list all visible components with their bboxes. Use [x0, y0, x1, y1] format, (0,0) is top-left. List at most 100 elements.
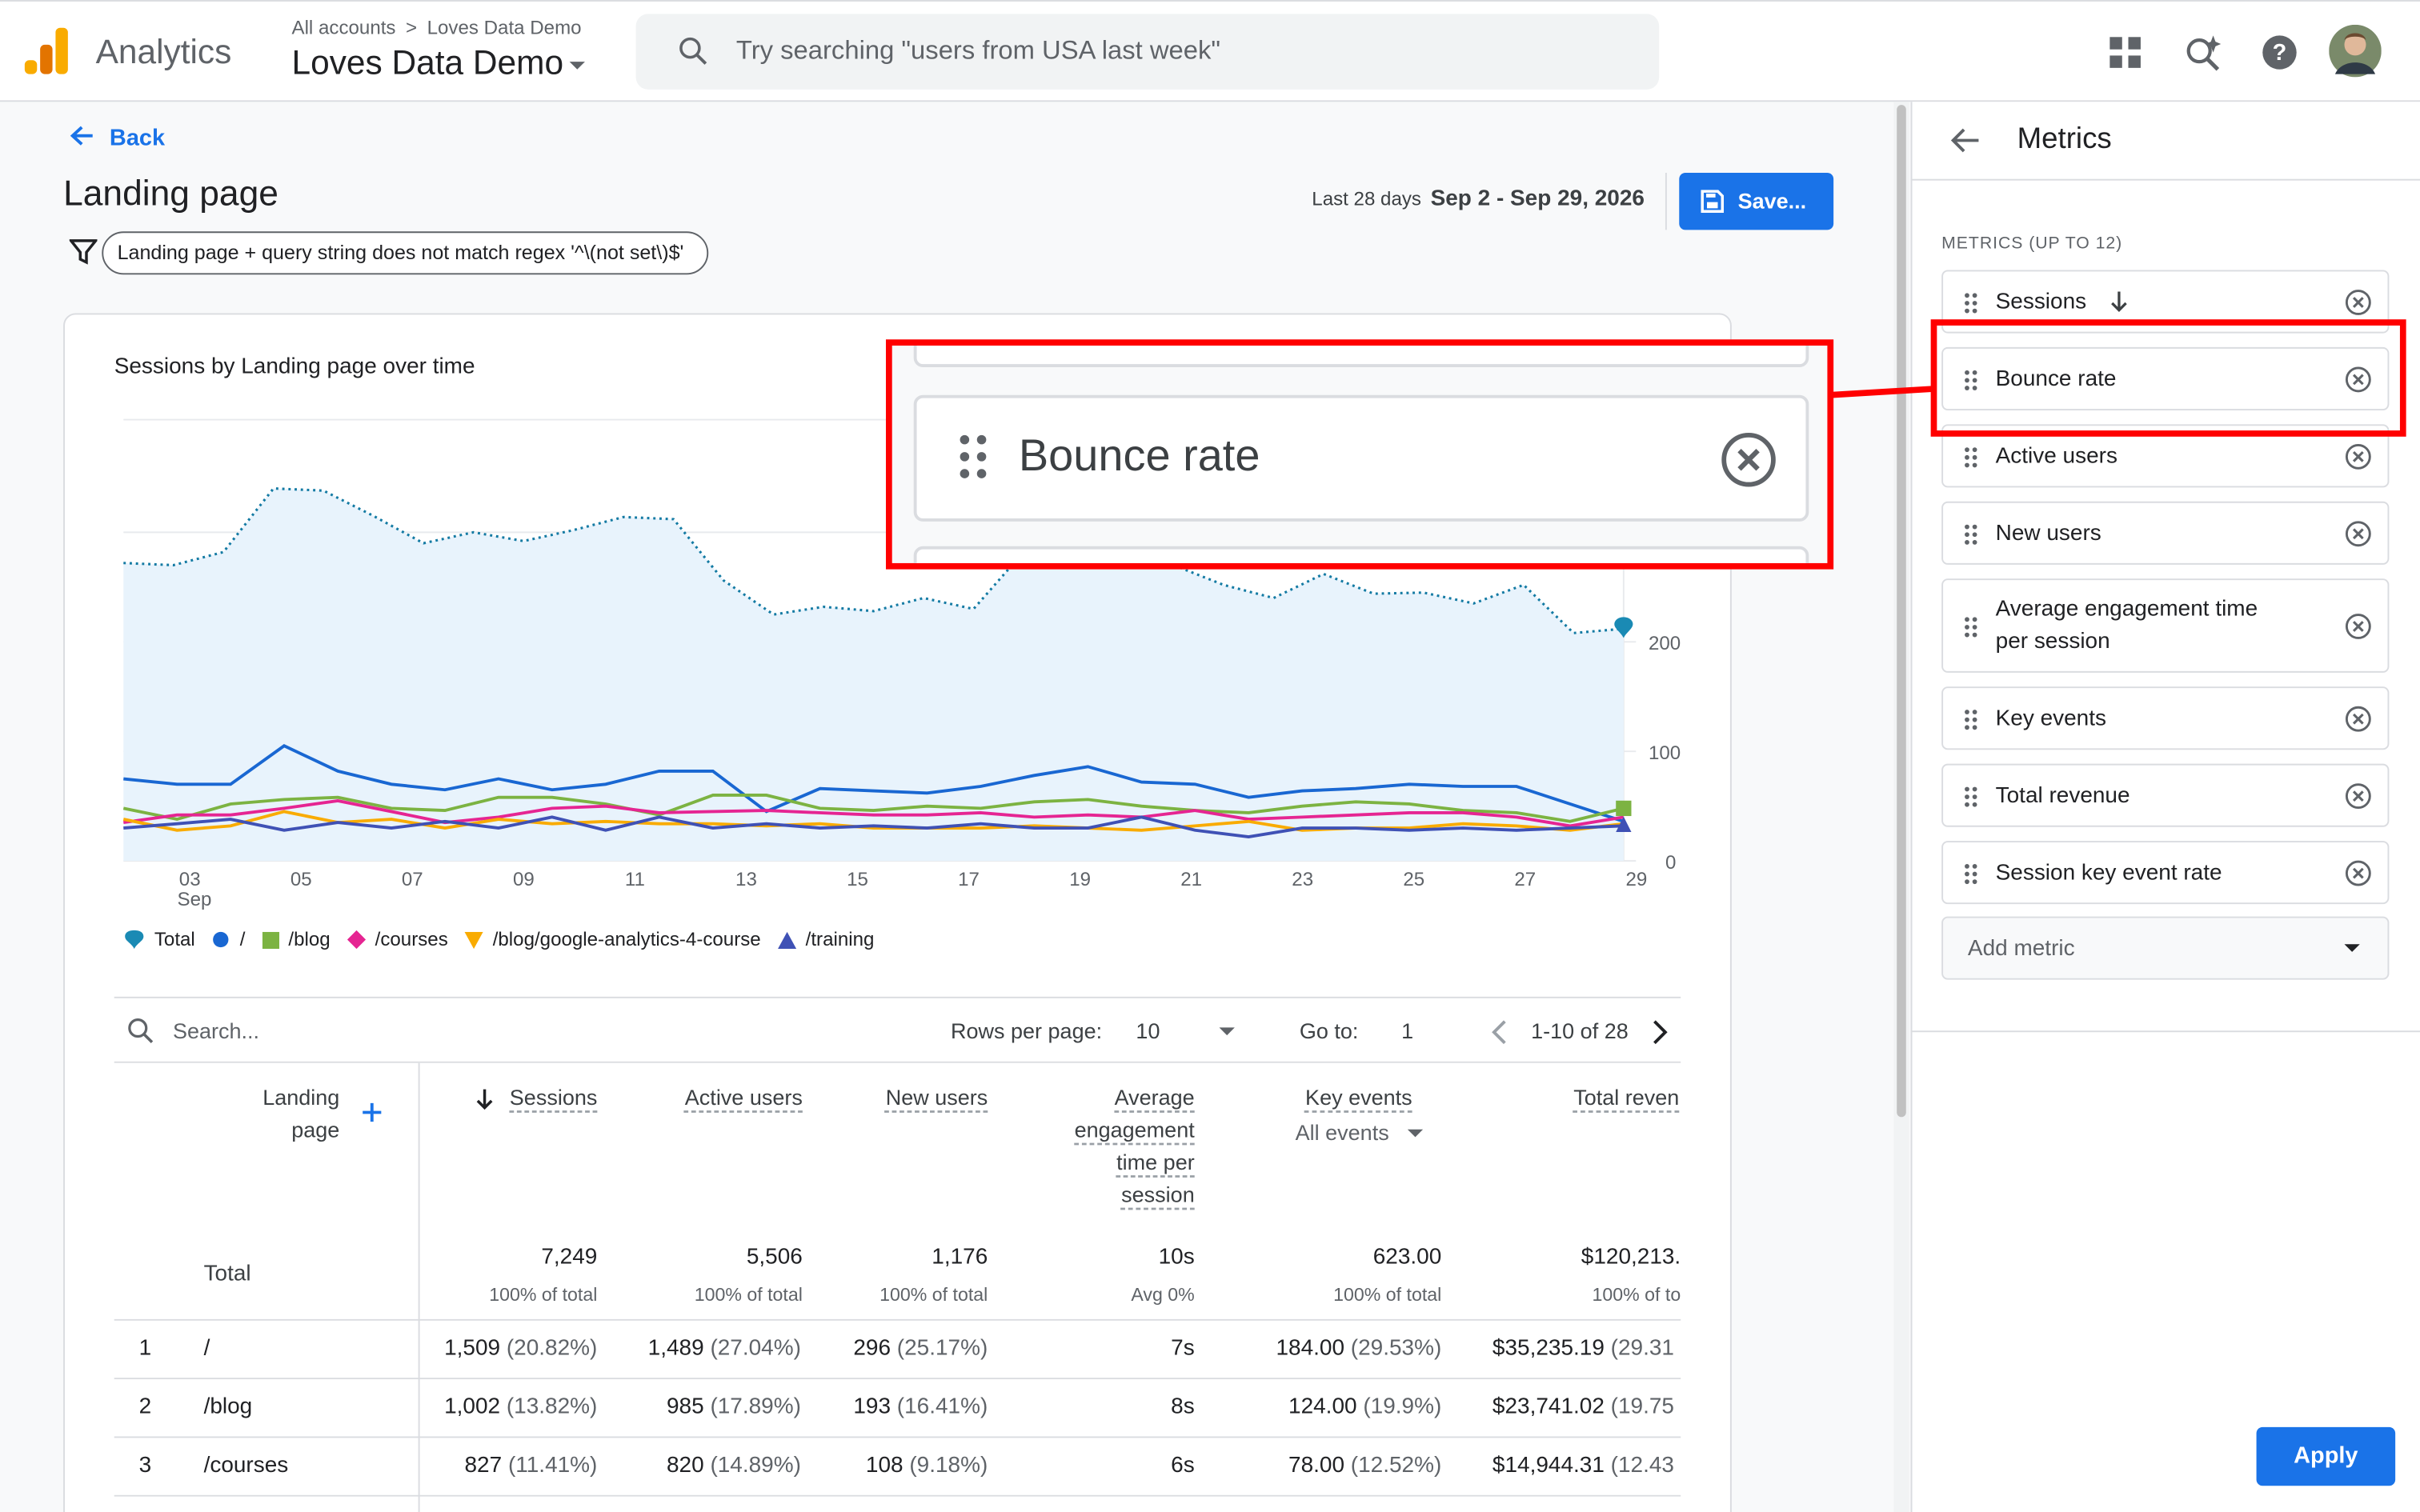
total-active-users: 5,506	[746, 1245, 803, 1270]
col-header-total-revenue[interactable]: Total reven	[1503, 1082, 1679, 1114]
total-revenue: $120,213.	[1581, 1245, 1681, 1270]
x-tick-label: 21	[1180, 869, 1202, 890]
metric-chip[interactable]: Key events	[1941, 686, 2390, 750]
avg-eng-line2: engagement	[1074, 1117, 1195, 1142]
metrics-section-label: METRICS (UP TO 12)	[1941, 234, 2123, 254]
drag-handle-icon[interactable]	[1965, 786, 1978, 808]
table-row[interactable]: 1 / 1,509 (20.82%) 1,489 (27.04%) 296 (25.17…	[114, 1320, 1681, 1380]
remove-circle-icon[interactable]	[2344, 704, 2372, 732]
caret-down-icon[interactable]	[1219, 1027, 1235, 1036]
legend-item[interactable]: /blog/google-analytics-4-course	[464, 928, 761, 950]
rows-per-page-select[interactable]: 10	[1136, 1018, 1160, 1043]
metric-label: New users	[1995, 520, 2101, 546]
x-tick-label: 07	[402, 869, 423, 890]
col-header-sessions[interactable]: Sessions	[485, 1082, 598, 1114]
row-key-events-value: 124.00	[1288, 1394, 1357, 1420]
metric-label: Key events	[1995, 706, 2107, 731]
row-revenue: $14,944.31 (12.43	[1492, 1454, 1681, 1478]
pagination-label: 1-10 of 28	[1531, 1018, 1629, 1043]
remove-circle-icon[interactable]	[2344, 858, 2372, 886]
drag-handle-icon[interactable]	[1965, 863, 1978, 885]
legend-item[interactable]: /courses	[347, 929, 448, 950]
side-panel-divider	[1910, 178, 2420, 181]
scrollbar-thumb[interactable]	[1897, 105, 1906, 1118]
remove-circle-icon	[1721, 432, 1776, 487]
table-search-input[interactable]: Search...	[173, 1018, 259, 1043]
legend-label: Total	[154, 928, 195, 950]
row-sessions-value: 827	[464, 1453, 503, 1478]
total-active-users-sub: 100% of total	[694, 1283, 803, 1306]
analytics-app: Analytics All accounts > Loves Data Demo…	[0, 0, 2420, 1512]
metric-label: Session key event rate	[1995, 860, 2222, 886]
key-events-filter[interactable]: All events	[1256, 1117, 1389, 1150]
row-key-events-pct: (12.52%)	[1350, 1453, 1442, 1478]
arrow-back-icon[interactable]	[1949, 126, 1981, 154]
add-metric-select[interactable]: Add metric	[1941, 916, 2390, 980]
goto-input[interactable]: 1	[1401, 1018, 1413, 1043]
metric-chip[interactable]: Average engagement time per session	[1941, 578, 2390, 673]
row-revenue-value: $23,741.02	[1492, 1394, 1605, 1420]
legend-label: /blog	[288, 928, 331, 950]
table-row[interactable]: 2/blog 1,002 (13.82%) 985 (17.89%) 193 (16.…	[114, 1379, 1681, 1438]
row-key-events: 78.00 (12.52%)	[1288, 1454, 1441, 1478]
total-key-events-sub: 100% of total	[1333, 1283, 1442, 1306]
col-header-new-users[interactable]: New users	[839, 1082, 988, 1114]
avg-eng-line1: Average	[1114, 1084, 1195, 1110]
x-tick-label: 25	[1403, 869, 1424, 890]
remove-circle-icon[interactable]	[2344, 782, 2372, 810]
sort-arrow-down-icon[interactable]	[2109, 290, 2128, 314]
metric-label: Sessions	[1995, 289, 2087, 314]
remove-circle-icon[interactable]	[2344, 519, 2372, 547]
legend-item[interactable]: /	[212, 929, 245, 950]
table-row[interactable]: /blog/google	[114, 1496, 1681, 1512]
caret-down-icon[interactable]	[1407, 1129, 1424, 1138]
table-row[interactable]: 3/courses 827 (11.41%) 820 (14.89%) 108 (9.…	[114, 1438, 1681, 1497]
metric-chip[interactable]: New users	[1941, 501, 2390, 565]
table-toolbar: Search... Rows per page: 10 Go to: 1 1-1…	[114, 996, 1681, 1063]
metric-chip[interactable]: Total revenue	[1941, 763, 2390, 827]
legend-item[interactable]: Total	[123, 928, 195, 950]
legend-marker-icon	[347, 930, 367, 950]
drag-handle-icon[interactable]	[1965, 616, 1978, 638]
row-landing-page[interactable]: /blog	[204, 1394, 253, 1419]
drag-handle-icon[interactable]	[1965, 292, 1978, 314]
rows-per-page-label: Rows per page:	[950, 1018, 1103, 1043]
dimension-header[interactable]: Landing page	[222, 1082, 339, 1146]
chevron-right-icon[interactable]	[1652, 1018, 1670, 1046]
apply-button[interactable]: Apply	[2256, 1426, 2396, 1486]
row-new-users: 108 (9.18%)	[866, 1454, 988, 1478]
remove-circle-icon[interactable]	[2344, 612, 2372, 640]
row-active-users: 820 (14.89%)	[667, 1454, 801, 1478]
row-sessions-value: 1,002	[444, 1394, 501, 1420]
row-new-users-value: 193	[853, 1394, 891, 1420]
legend-label: /	[239, 928, 246, 950]
legend-item[interactable]: /training	[777, 929, 874, 950]
drag-handle-icon[interactable]	[1965, 446, 1978, 468]
remove-circle-icon[interactable]	[2344, 288, 2372, 316]
row-index: 1	[138, 1336, 152, 1361]
side-panel-footer-divider	[1910, 1030, 2420, 1033]
row-avg-eng: 8s	[1171, 1394, 1195, 1420]
chevron-left-icon[interactable]	[1489, 1018, 1508, 1046]
row-sessions-pct: (13.82%)	[506, 1394, 598, 1420]
row-key-events: 124.00 (19.9%)	[1288, 1394, 1441, 1419]
col-header-avg-engagement[interactable]: Average engagement time per session	[1025, 1082, 1195, 1211]
row-new-users-pct: (25.17%)	[896, 1336, 988, 1361]
col-header-active-users[interactable]: Active users	[639, 1082, 803, 1114]
main-scrollbar[interactable]	[1893, 102, 1909, 1512]
row-active-users-pct: (14.89%)	[710, 1453, 801, 1478]
col-header-key-events[interactable]: Key events	[1256, 1082, 1412, 1114]
y-tick-label: 200	[1649, 633, 1681, 654]
drag-handle-icon[interactable]	[1965, 709, 1978, 730]
legend-item[interactable]: /blog	[262, 929, 331, 950]
row-landing-page[interactable]: /courses	[204, 1454, 289, 1478]
legend-marker-icon	[262, 930, 279, 949]
remove-circle-icon[interactable]	[2344, 442, 2372, 470]
metric-chip[interactable]: Session key event rate	[1941, 841, 2390, 905]
row-key-events-pct: (19.9%)	[1363, 1394, 1442, 1420]
drag-handle-icon[interactable]	[1965, 523, 1978, 546]
metric-label: Total revenue	[1995, 782, 2130, 808]
legend-label: /blog/google-analytics-4-course	[492, 928, 761, 950]
row-landing-page[interactable]: /	[204, 1336, 210, 1361]
add-dimension-icon[interactable]	[361, 1102, 383, 1123]
